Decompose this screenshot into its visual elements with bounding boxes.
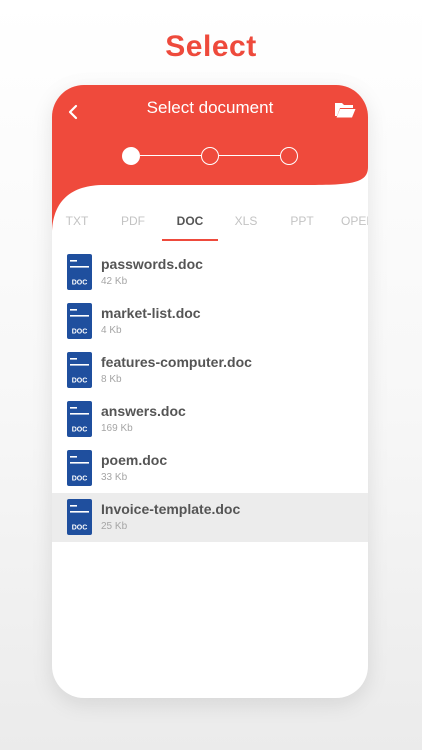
file-type-tabs: TXT PDF DOC XLS PPT OPEN — [52, 207, 368, 241]
phone-screen: Select document TXT PDF DOC XLS PPT OPEN… — [52, 85, 368, 698]
file-row[interactable]: DOC features-computer.doc 8 Kb — [52, 346, 368, 395]
file-name: answers.doc — [101, 403, 186, 419]
step-1-dot[interactable] — [122, 147, 140, 165]
screen-title: Select document — [146, 98, 274, 117]
doc-file-icon: DOC — [67, 254, 92, 290]
open-folder-button[interactable] — [332, 98, 358, 122]
promo-title: Select — [165, 30, 257, 63]
doc-file-icon: DOC — [67, 401, 92, 437]
doc-badge-label: DOC — [72, 427, 88, 434]
step-connector — [140, 155, 201, 156]
file-size: 42 Kb — [101, 276, 128, 287]
doc-badge-label: DOC — [72, 280, 88, 287]
file-size: 25 Kb — [101, 521, 128, 532]
file-name: passwords.doc — [101, 256, 203, 272]
file-name: features-computer.doc — [101, 354, 252, 370]
file-size: 33 Kb — [101, 472, 128, 483]
file-row[interactable]: DOC answers.doc 169 Kb — [52, 395, 368, 444]
folder-open-icon — [335, 103, 356, 118]
doc-badge-label: DOC — [72, 329, 88, 336]
tab-open[interactable]: OPEN — [330, 207, 368, 241]
tab-doc[interactable]: DOC — [162, 207, 218, 241]
file-name: poem.doc — [101, 452, 168, 468]
tab-txt[interactable]: TXT — [52, 207, 105, 241]
doc-file-icon: DOC — [67, 352, 92, 388]
doc-file-icon: DOC — [67, 450, 92, 486]
doc-badge-label: DOC — [72, 525, 88, 532]
doc-file-icon: DOC — [67, 303, 92, 339]
file-name: Invoice-template.doc — [101, 501, 241, 517]
tab-pdf[interactable]: PDF — [105, 207, 161, 241]
file-row-selected[interactable]: DOC Invoice-template.doc 25 Kb — [52, 493, 368, 542]
doc-file-icon: DOC — [67, 499, 92, 535]
file-size: 8 Kb — [101, 374, 122, 385]
progress-stepper — [122, 145, 298, 167]
step-3-dot[interactable] — [280, 147, 298, 165]
tab-xls[interactable]: XLS — [218, 207, 274, 241]
file-size: 169 Kb — [101, 423, 133, 434]
file-row[interactable]: DOC poem.doc 33 Kb — [52, 444, 368, 493]
file-name: market-list.doc — [101, 305, 201, 321]
doc-badge-label: DOC — [72, 476, 88, 483]
file-size: 4 Kb — [101, 325, 122, 336]
step-2-dot[interactable] — [201, 147, 219, 165]
tab-ppt[interactable]: PPT — [274, 207, 330, 241]
doc-badge-label: DOC — [72, 378, 88, 385]
step-connector — [219, 155, 280, 156]
file-row[interactable]: DOC market-list.doc 4 Kb — [52, 297, 368, 346]
file-list: DOC passwords.doc 42 Kb DOC market-list.… — [52, 248, 368, 542]
file-row[interactable]: DOC passwords.doc 42 Kb — [52, 248, 368, 297]
